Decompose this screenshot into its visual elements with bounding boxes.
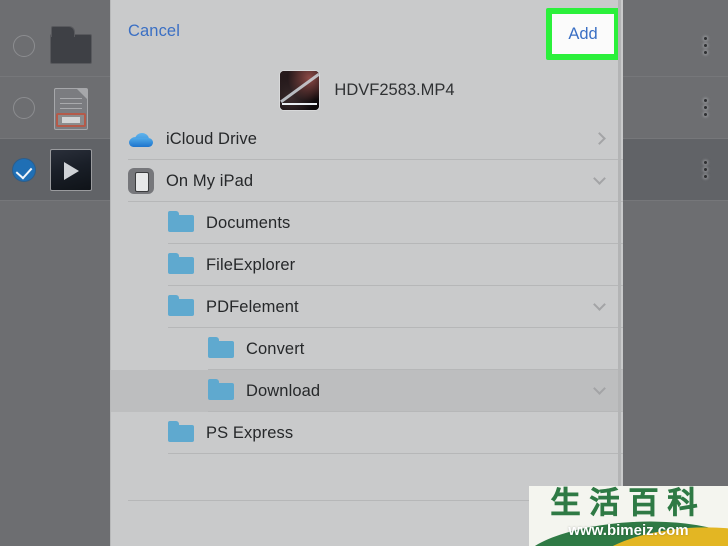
folder-icon xyxy=(168,420,194,446)
location-row-ps-express[interactable]: PS Express xyxy=(111,412,623,454)
file-preview: HDVF2583.MP4 xyxy=(111,62,623,118)
ipad-icon xyxy=(128,168,154,194)
pdf-document-icon xyxy=(50,87,92,130)
location-label: Documents xyxy=(206,213,291,232)
more-vertical-icon[interactable] xyxy=(704,98,708,117)
row-checkbox[interactable] xyxy=(13,96,35,119)
location-row-download[interactable]: Download xyxy=(111,370,623,412)
folder-icon xyxy=(208,336,234,362)
more-vertical-icon[interactable] xyxy=(704,160,708,179)
location-label: iCloud Drive xyxy=(166,129,258,148)
location-label: PS Express xyxy=(206,423,294,442)
file-destination-picker-modal: Cancel Add HDVF2583.MP4 iCloud Drive On M… xyxy=(110,0,623,546)
more-vertical-icon[interactable] xyxy=(704,36,708,55)
folder-icon xyxy=(168,252,194,278)
location-row-documents[interactable]: Documents xyxy=(111,202,623,244)
vertical-scrollbar[interactable] xyxy=(618,0,621,546)
location-label: On My iPad xyxy=(166,171,254,190)
location-row-convert[interactable]: Convert xyxy=(111,328,623,370)
watermark: 生活百科 www.bimeiz.com xyxy=(529,486,728,546)
cancel-button[interactable]: Cancel xyxy=(128,22,180,41)
folder-icon xyxy=(168,294,194,320)
add-button-highlight[interactable]: Add xyxy=(546,8,620,60)
screen: Cancel Add HDVF2583.MP4 iCloud Drive On M… xyxy=(0,0,728,546)
location-row-icloud-drive[interactable]: iCloud Drive xyxy=(111,118,623,160)
location-list: iCloud Drive On My iPad Documents FileExplo… xyxy=(111,118,623,454)
location-row-on-my-ipad[interactable]: On My iPad xyxy=(111,160,623,202)
file-name-label: HDVF2583.MP4 xyxy=(334,80,455,99)
watermark-url: www.bimeiz.com xyxy=(568,522,689,539)
folder-icon xyxy=(168,210,194,236)
icloud-icon xyxy=(128,126,154,152)
location-label: Download xyxy=(246,381,321,400)
modal-header: Cancel Add xyxy=(111,0,623,62)
location-row-fileexplorer[interactable]: FileExplorer xyxy=(111,244,623,286)
location-row-pdfelement[interactable]: PDFelement xyxy=(111,286,623,328)
location-label: FileExplorer xyxy=(206,255,296,274)
location-label: PDFelement xyxy=(206,297,299,316)
folder-icon xyxy=(50,25,92,67)
row-checkbox[interactable] xyxy=(13,34,35,57)
watermark-logo-text: 生活百科 xyxy=(550,486,707,521)
add-button[interactable]: Add xyxy=(568,25,597,44)
row-checkbox-checked[interactable] xyxy=(13,158,35,181)
location-label: Convert xyxy=(246,339,305,358)
video-thumbnail-icon xyxy=(50,148,92,191)
folder-icon xyxy=(208,378,234,404)
video-frame-thumbnail xyxy=(279,69,321,111)
